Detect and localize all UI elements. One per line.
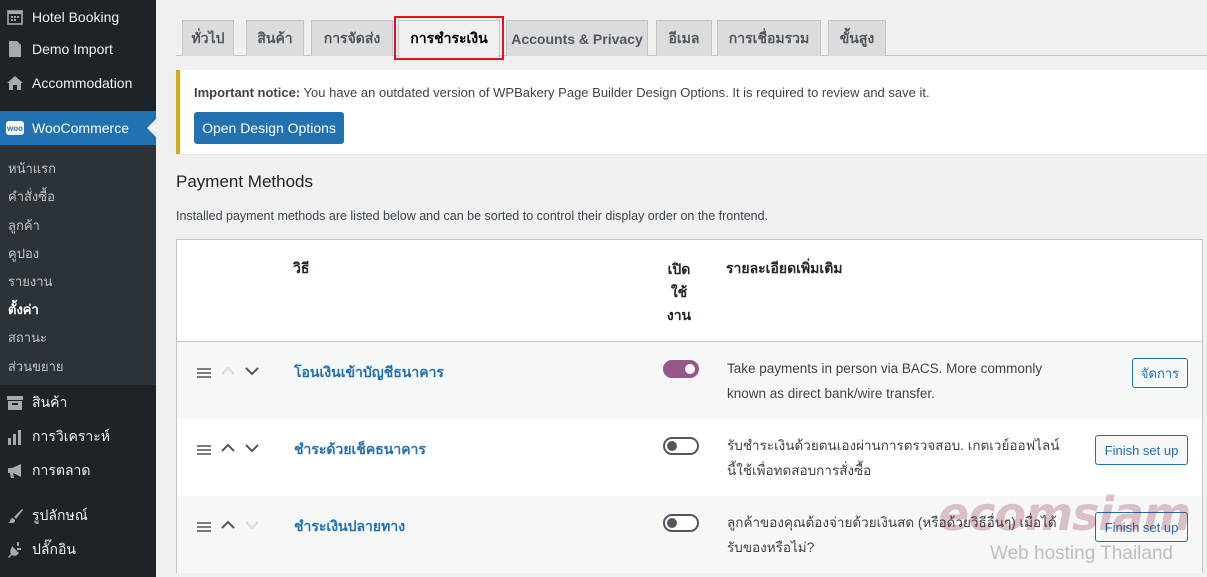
outdated-notice: Important notice: You have an outdated v…: [176, 70, 1207, 154]
method-link-cod[interactable]: ชำระเงินปลายทาง: [294, 516, 405, 538]
sidebar-item-accommodation[interactable]: Accommodation: [0, 66, 156, 100]
page-title: Payment Methods: [176, 172, 314, 191]
woocommerce-submenu: หน้าแรก คำสั่งซื้อ ลูกค้า คูปอง รายงาน ต…: [0, 145, 156, 385]
enabled-toggle[interactable]: [663, 514, 699, 532]
method-link-cheque[interactable]: ชำระด้วยเช็คธนาคาร: [294, 439, 426, 461]
sidebar-item-plugins[interactable]: ปลั๊กอิน: [0, 533, 156, 567]
method-link-bacs[interactable]: โอนเงินเข้าบัญชีธนาคาร: [294, 362, 444, 384]
sidebar-item-analytics[interactable]: การวิเคราะห์: [0, 420, 156, 454]
tab-shipping[interactable]: การจัดส่ง: [311, 20, 393, 56]
submenu-item-extensions[interactable]: ส่วนขยาย: [8, 356, 64, 377]
method-description: Take payments in person via BACS. More c…: [727, 361, 1043, 401]
sidebar-item-label: รูปลักษณ์: [32, 507, 88, 523]
notice-text: Important notice: You have an outdated v…: [194, 85, 930, 100]
tab-accounts-privacy[interactable]: Accounts & Privacy: [506, 20, 648, 56]
column-header-enabled-line: งาน: [666, 307, 692, 323]
settings-tabs: ทั่วไป สินค้า การจัดส่ง การชำระเงิน Acco…: [176, 0, 1207, 57]
enabled-toggle[interactable]: [663, 437, 699, 455]
megaphone-icon: [6, 462, 24, 480]
bar-chart-icon: [6, 428, 24, 446]
sidebar-item-label: Accommodation: [32, 75, 133, 91]
active-menu-arrow: [147, 119, 156, 137]
sidebar-item-label: สินค้า: [32, 394, 68, 410]
toggle-knob: [685, 364, 695, 374]
column-header-enabled: เปิด ใช้ งาน: [659, 258, 699, 327]
brush-icon: [6, 507, 24, 525]
tab-general[interactable]: ทั่วไป: [182, 20, 234, 56]
finish-set-up-button[interactable]: Finish set up: [1095, 512, 1188, 542]
column-header-description: รายละเอียดเพิ่มเติม: [726, 260, 843, 276]
sidebar-item-hotel-booking[interactable]: Hotel Booking: [0, 0, 156, 34]
sidebar-item-label: การวิเคราะห์: [32, 428, 110, 444]
table-row: ชำระเงินปลายทาง ลูกค้าของคุณต้องจ่ายด้วย…: [177, 496, 1202, 573]
submenu-item-orders[interactable]: คำสั่งซื้อ: [8, 186, 55, 207]
submenu-item-customers[interactable]: ลูกค้า: [8, 215, 40, 236]
sidebar-item-label: Demo Import: [32, 41, 113, 57]
method-description: ลูกค้าของคุณต้องจ่ายด้วยเงินสด (หรือด้วย…: [727, 515, 1057, 555]
admin-sidebar: Hotel Booking Demo Import Accommodation …: [0, 0, 156, 577]
submenu-item-coupons[interactable]: คูปอง: [8, 243, 39, 264]
archive-icon: [6, 394, 24, 412]
notice-strong: Important notice:: [194, 85, 301, 100]
tab-highlight-box: [394, 16, 504, 60]
sidebar-item-marketing[interactable]: การตลาด: [0, 454, 156, 488]
home-icon: [6, 74, 24, 92]
sidebar-item-appearance[interactable]: รูปลักษณ์: [0, 499, 156, 533]
tab-email[interactable]: อีเมล: [656, 20, 712, 56]
column-header-enabled-line: เปิด: [667, 261, 691, 277]
column-header-enabled-line: ใช้: [670, 284, 688, 300]
tab-integration[interactable]: การเชื่อมรวม: [717, 20, 821, 56]
enabled-toggle[interactable]: [663, 360, 699, 378]
chevron-down-icon[interactable]: [243, 439, 261, 457]
sidebar-item-products[interactable]: สินค้า: [0, 386, 156, 420]
submenu-item-reports[interactable]: รายงาน: [8, 271, 52, 292]
method-description: รับชำระเงินด้วยตนเองผ่านการตรวจสอบ. เกตเ…: [727, 438, 1060, 478]
notice-message: You have an outdated version of WPBakery…: [300, 85, 930, 100]
plug-icon: [6, 541, 24, 559]
drag-handle-icon[interactable]: [197, 368, 211, 378]
payment-methods-table: วิธี เปิด ใช้ งาน รายละเอียดเพิ่มเติม โอ…: [176, 239, 1203, 573]
toggle-knob: [667, 441, 677, 451]
submenu-item-home[interactable]: หน้าแรก: [8, 158, 56, 179]
sidebar-item-woocommerce[interactable]: woo WooCommerce: [0, 111, 156, 145]
chevron-down-icon[interactable]: [243, 516, 261, 534]
table-row: โอนเงินเข้าบัญชีธนาคาร Take payments in …: [177, 342, 1202, 419]
woo-icon: woo: [6, 119, 24, 137]
sidebar-item-demo-import[interactable]: Demo Import: [0, 32, 156, 66]
chevron-up-icon[interactable]: [219, 362, 237, 380]
chevron-up-icon[interactable]: [219, 516, 237, 534]
section-description: Installed payment methods are listed bel…: [176, 209, 769, 223]
toggle-knob: [667, 518, 677, 528]
column-header-method: วิธี: [293, 260, 310, 276]
table-header: วิธี เปิด ใช้ งาน รายละเอียดเพิ่มเติม: [177, 240, 1202, 342]
manage-button[interactable]: จัดการ: [1132, 358, 1188, 388]
table-row: ชำระด้วยเช็คธนาคาร รับชำระเงินด้วยตนเองผ…: [177, 419, 1202, 496]
tab-advanced[interactable]: ขั้นสูง: [828, 20, 886, 56]
submenu-item-status[interactable]: สถานะ: [8, 327, 47, 348]
drag-handle-icon[interactable]: [197, 522, 211, 532]
sidebar-item-label: ปลั๊กอิน: [32, 541, 76, 557]
sidebar-item-label: การตลาด: [32, 462, 91, 478]
finish-set-up-button[interactable]: Finish set up: [1095, 435, 1188, 465]
drag-handle-icon[interactable]: [197, 445, 211, 455]
sidebar-item-label: Hotel Booking: [32, 9, 120, 25]
chevron-down-icon[interactable]: [243, 362, 261, 380]
tab-products[interactable]: สินค้า: [246, 20, 304, 56]
chevron-up-icon[interactable]: [219, 439, 237, 457]
sidebar-item-label: WooCommerce: [32, 120, 129, 136]
calendar-icon: [6, 8, 24, 26]
submenu-item-settings[interactable]: ตั้งค่า: [8, 299, 39, 320]
page-icon: [6, 40, 24, 58]
open-design-options-button[interactable]: Open Design Options: [194, 112, 344, 144]
